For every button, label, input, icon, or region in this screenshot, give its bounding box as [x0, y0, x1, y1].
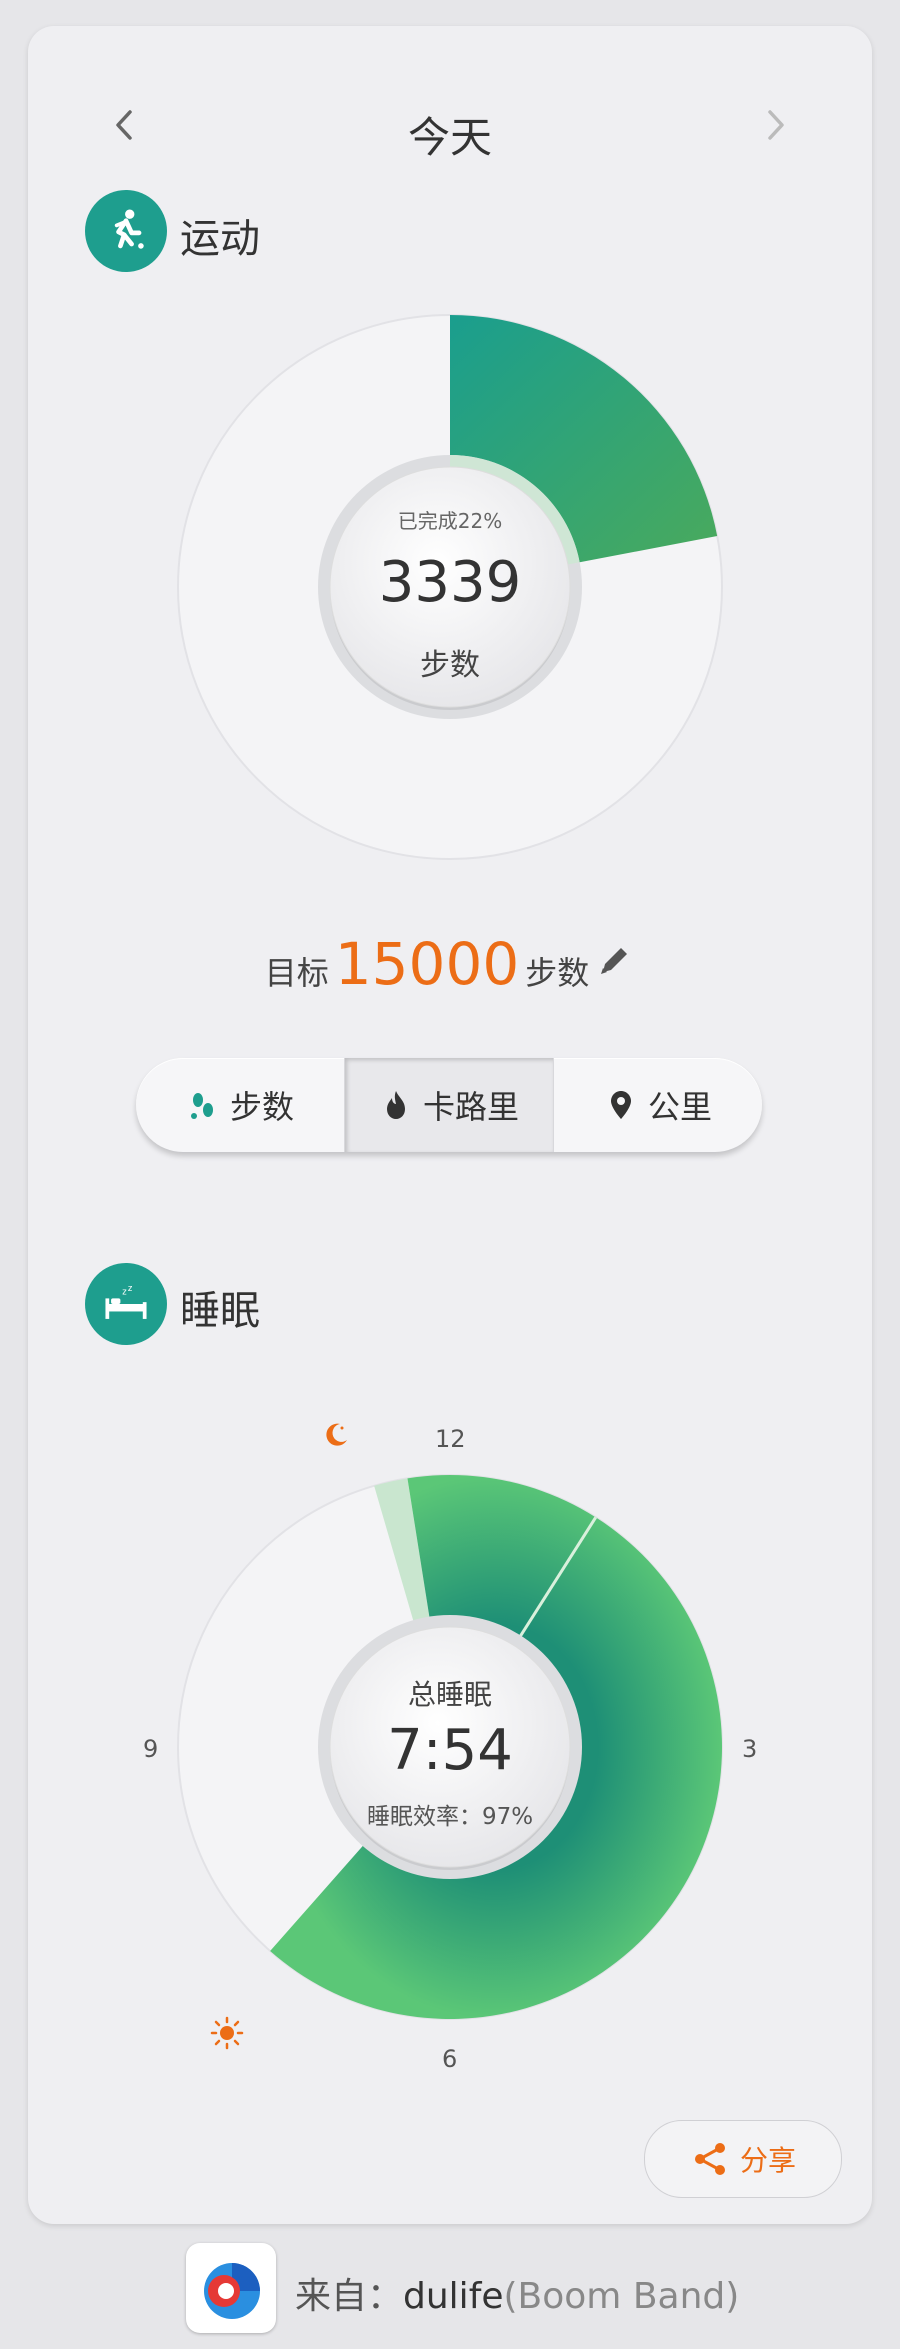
running-person-icon	[85, 190, 167, 272]
share-icon	[694, 2143, 725, 2175]
svg-text:z: z	[122, 1287, 127, 1297]
metric-tabs: 步数 卡路里 公里	[136, 1058, 762, 1152]
goal-row: 目标 15000 步数	[0, 930, 900, 998]
sleep-center-label: 总睡眠	[407, 1678, 492, 1711]
goal-label: 目标	[264, 954, 329, 992]
completion-text: 已完成22%	[397, 509, 503, 533]
tab-calories[interactable]: 卡路里	[344, 1058, 553, 1152]
footprints-icon	[190, 1093, 213, 1119]
tab-steps-label: 步数	[229, 1088, 294, 1126]
clock-label-6: 6	[442, 2045, 458, 2073]
footer-source: 来自：dulife(Boom Band)	[295, 2267, 739, 2319]
sleep-efficiency: 睡眠效率：97%	[366, 1804, 534, 1830]
svg-text:z: z	[128, 1283, 133, 1293]
footer-developer: (Boom Band)	[503, 2276, 740, 2317]
goal-unit: 步数	[525, 954, 590, 992]
tab-distance[interactable]: 公里	[553, 1058, 762, 1152]
footer-prefix: 来自：	[295, 2276, 404, 2317]
chevron-right-icon[interactable]	[750, 100, 800, 150]
step-count: 3339	[378, 550, 522, 615]
flame-icon	[386, 1091, 405, 1119]
app-logo[interactable]	[186, 2243, 276, 2333]
footer-app-name: dulife	[403, 2276, 504, 2317]
step-count-unit: 步数	[420, 648, 480, 683]
sleep-section-title: 睡眠	[180, 1288, 260, 1334]
tab-calories-label: 卡路里	[422, 1088, 519, 1126]
tab-steps[interactable]: 步数	[136, 1058, 344, 1152]
share-button[interactable]: 分享	[644, 2120, 842, 2198]
clock-label-12: 12	[435, 1425, 466, 1453]
footer: 来自：dulife(Boom Band)	[0, 2243, 900, 2333]
share-label: 分享	[739, 2144, 796, 2177]
activity-section-title: 运动	[180, 216, 260, 262]
sleep-total: 7:54	[387, 1718, 513, 1783]
bed-icon: z z	[85, 1263, 167, 1345]
pencil-icon[interactable]	[595, 940, 635, 980]
location-pin-icon	[610, 1091, 631, 1119]
goal-value: 15000	[334, 930, 520, 998]
tab-distance-label: 公里	[647, 1088, 712, 1126]
moon-icon	[326, 1423, 347, 1446]
